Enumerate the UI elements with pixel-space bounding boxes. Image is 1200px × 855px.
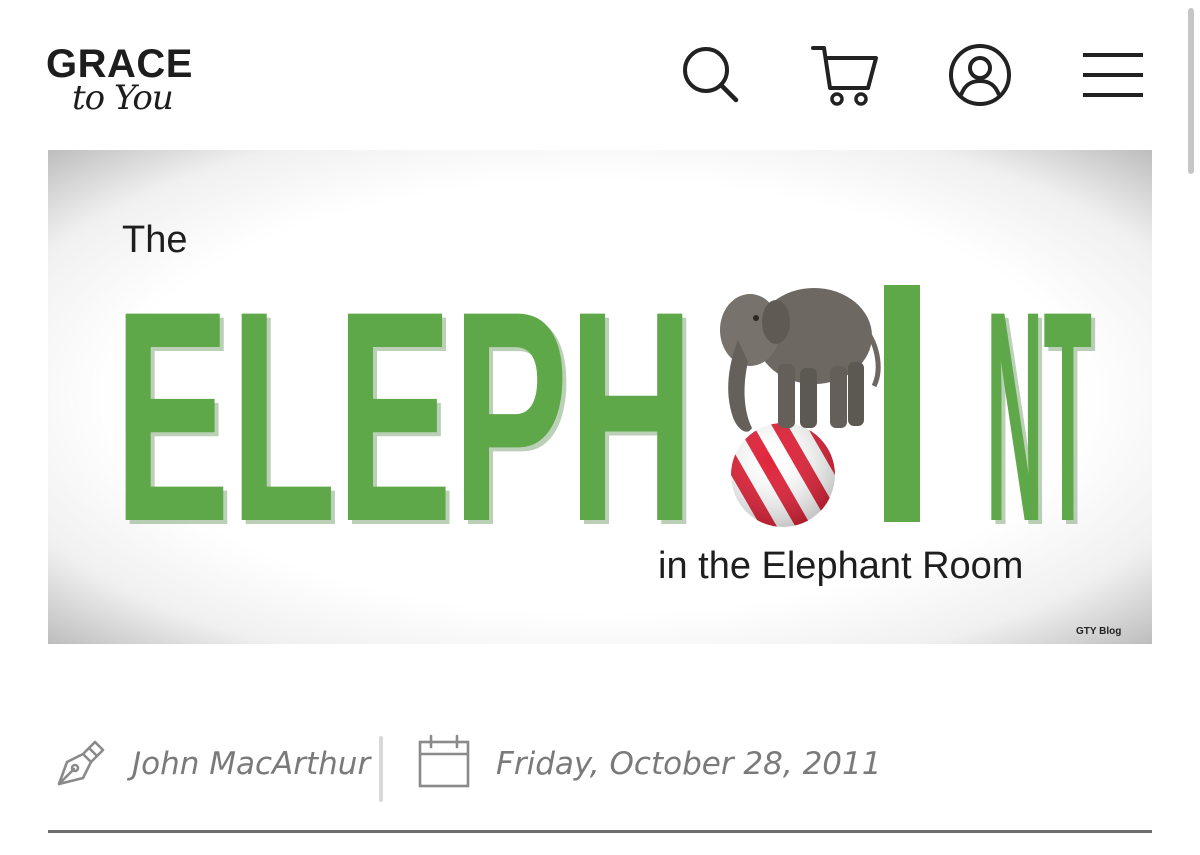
hero-watermark: GTY Blog — [1076, 626, 1121, 637]
logo-toyou-text: to You — [72, 78, 174, 118]
article-hero-image: The ELEPH ELEPH NT NT in the Elephant Ro… — [48, 150, 1152, 644]
menu-icon[interactable] — [1078, 40, 1148, 110]
elephant-image — [720, 288, 881, 432]
scrollbar-thumb[interactable] — [1188, 8, 1194, 174]
article-meta: John MacArthur Friday, October 28, 2011 — [48, 730, 1152, 806]
article-date: Friday, October 28, 2011 — [496, 746, 882, 782]
site-header: GRACE to You — [0, 0, 1200, 150]
section-divider — [48, 830, 1152, 833]
pen-icon — [53, 732, 111, 790]
hero-title-main: ELEPH — [114, 248, 694, 584]
account-icon[interactable] — [945, 40, 1015, 110]
article-author[interactable]: John MacArthur — [132, 746, 370, 782]
site-logo[interactable]: GRACE to You — [46, 44, 206, 128]
cart-icon[interactable] — [810, 40, 880, 110]
calendar-icon — [418, 734, 470, 788]
meta-divider — [379, 736, 383, 802]
hero-title-group: ELEPH ELEPH NT NT — [114, 248, 1096, 588]
hero-subtitle: in the Elephant Room — [658, 545, 1023, 587]
search-icon[interactable] — [676, 40, 746, 110]
hero-title-end: NT — [986, 248, 1092, 584]
page-scrollbar[interactable] — [1182, 0, 1200, 855]
